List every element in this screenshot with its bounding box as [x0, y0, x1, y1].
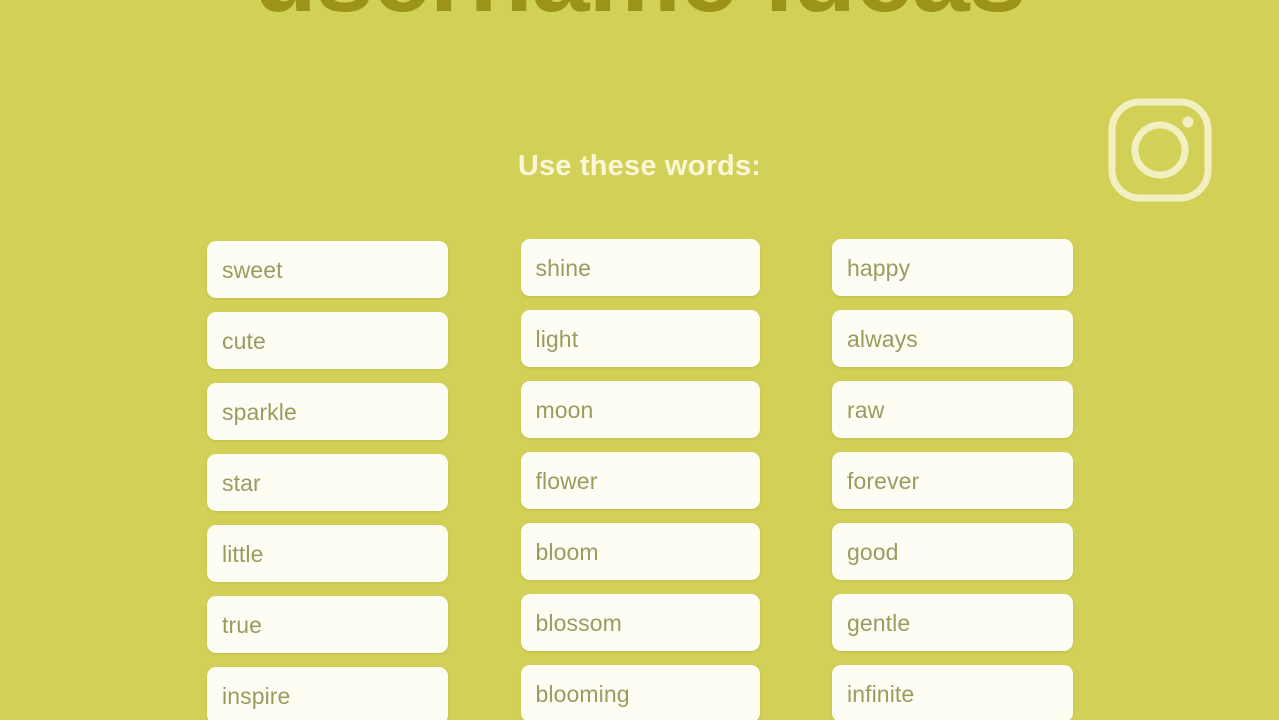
word-column-3: happy always raw forever good gentle inf…: [832, 239, 1073, 720]
word-chip-label: raw: [847, 396, 885, 423]
page-title-container: username ideas: [0, 0, 1279, 28]
word-chip-label: little: [222, 540, 264, 567]
word-chip[interactable]: blooming: [520, 665, 760, 720]
word-chip-label: good: [847, 538, 899, 565]
word-chip[interactable]: bloom: [520, 523, 760, 580]
word-chip[interactable]: star: [207, 454, 448, 511]
word-chip-label: moon: [535, 396, 594, 423]
word-column-2: shine light moon flower bloom blossom bl…: [520, 239, 760, 720]
word-chip[interactable]: blossom: [520, 594, 760, 651]
word-chip-label: gentle: [847, 609, 911, 636]
word-chip[interactable]: inspire: [207, 667, 448, 720]
word-chip-label: true: [222, 611, 263, 638]
instagram-icon: [1102, 92, 1218, 208]
word-chip-label: blooming: [535, 680, 630, 707]
word-chip-label: happy: [847, 254, 911, 281]
word-chip[interactable]: infinite: [832, 665, 1073, 720]
page-title: username ideas: [0, 0, 1279, 28]
word-chip-label: flower: [535, 467, 598, 494]
word-chip[interactable]: happy: [832, 239, 1073, 296]
word-chip-label: shine: [535, 254, 591, 281]
word-chip[interactable]: flower: [520, 452, 760, 509]
word-columns: sweet cute sparkle star little true insp…: [207, 239, 1073, 720]
word-chip-label: cute: [222, 327, 266, 354]
word-chip-label: inspire: [222, 682, 291, 709]
word-chip-label: blossom: [535, 609, 622, 636]
word-chip-label: always: [847, 325, 918, 352]
word-chip[interactable]: gentle: [832, 594, 1073, 651]
word-chip[interactable]: cute: [207, 312, 448, 369]
word-chip[interactable]: light: [520, 310, 760, 367]
word-column-1: sweet cute sparkle star little true insp…: [207, 241, 448, 720]
word-chip-label: star: [222, 469, 261, 496]
word-chip[interactable]: raw: [832, 381, 1073, 438]
word-chip[interactable]: always: [832, 310, 1073, 367]
word-chip[interactable]: sparkle: [207, 383, 448, 440]
word-chip[interactable]: moon: [520, 381, 760, 438]
word-chip[interactable]: little: [207, 525, 448, 582]
word-chip-label: bloom: [535, 538, 599, 565]
word-chip-label: light: [535, 325, 579, 352]
word-chip-label: forever: [847, 467, 920, 494]
word-chip-label: sparkle: [222, 398, 297, 425]
word-chip[interactable]: shine: [520, 239, 760, 296]
word-chip[interactable]: good: [832, 523, 1073, 580]
word-chip[interactable]: forever: [832, 452, 1073, 509]
word-chip[interactable]: sweet: [207, 241, 448, 298]
word-chip-label: sweet: [222, 256, 283, 283]
word-chip[interactable]: true: [207, 596, 448, 653]
subtitle-text: Use these words:: [517, 150, 762, 182]
word-chip-label: infinite: [847, 680, 915, 707]
